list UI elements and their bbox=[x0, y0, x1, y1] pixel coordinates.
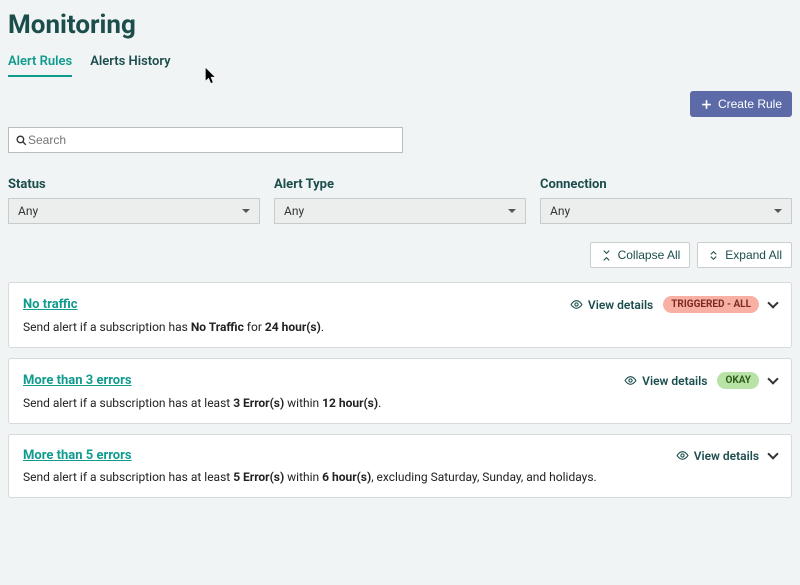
search-container[interactable] bbox=[8, 127, 403, 153]
chevron-down-icon[interactable] bbox=[767, 373, 778, 384]
rule-header: More than 5 errors View details bbox=[23, 448, 777, 463]
create-rule-label: Create Rule bbox=[718, 97, 782, 111]
view-details-link[interactable]: View details bbox=[624, 374, 707, 388]
view-details-link[interactable]: View details bbox=[570, 298, 653, 312]
search-input[interactable] bbox=[28, 133, 396, 147]
chevron-down-icon bbox=[508, 209, 516, 213]
expand-all-label: Expand All bbox=[725, 248, 782, 262]
tab-alerts-history[interactable]: Alerts History bbox=[90, 54, 170, 77]
expand-all-button[interactable]: Expand All bbox=[697, 242, 792, 268]
filter-status: Status Any bbox=[8, 177, 260, 224]
collapse-icon bbox=[600, 249, 613, 262]
tabs-bar: Alert Rules Alerts History bbox=[8, 54, 792, 77]
rule-description: Send alert if a subscription has at leas… bbox=[23, 396, 777, 410]
filter-status-select[interactable]: Any bbox=[8, 198, 260, 224]
rule-desc-bold: 6 hour(s) bbox=[322, 470, 371, 484]
status-badge-okay: OKAY bbox=[717, 372, 759, 389]
rule-title-link[interactable]: More than 3 errors bbox=[23, 373, 132, 388]
rule-desc-text: for bbox=[244, 320, 265, 334]
rule-desc-text: , excluding Saturday, Sunday, and holida… bbox=[371, 470, 597, 484]
filter-conn-label: Connection bbox=[540, 177, 792, 192]
filter-type-label: Alert Type bbox=[274, 177, 526, 192]
rule-header-right: View details bbox=[676, 449, 777, 463]
collapse-all-label: Collapse All bbox=[618, 248, 681, 262]
view-details-label: View details bbox=[642, 374, 707, 388]
view-details-label: View details bbox=[588, 298, 653, 312]
rule-desc-text: Send alert if a subscription has at leas… bbox=[23, 396, 233, 410]
view-details-label: View details bbox=[694, 449, 759, 463]
rule-desc-text: . bbox=[321, 320, 324, 334]
eye-icon bbox=[624, 374, 637, 387]
rule-desc-bold: 24 hour(s) bbox=[265, 320, 321, 334]
eye-icon bbox=[570, 298, 583, 311]
rule-header-right: View details OKAY bbox=[624, 372, 777, 389]
rule-description: Send alert if a subscription has No Traf… bbox=[23, 320, 777, 334]
filter-type-value: Any bbox=[284, 204, 304, 218]
rule-desc-text: Send alert if a subscription has bbox=[23, 320, 191, 334]
expand-collapse-toolbar: Collapse All Expand All bbox=[8, 242, 792, 268]
rule-title-link[interactable]: No traffic bbox=[23, 297, 78, 312]
chevron-down-icon[interactable] bbox=[767, 448, 778, 459]
filter-status-value: Any bbox=[18, 204, 38, 218]
filter-status-label: Status bbox=[8, 177, 260, 192]
expand-icon bbox=[707, 249, 720, 262]
search-icon bbox=[15, 134, 28, 147]
filter-conn-select[interactable]: Any bbox=[540, 198, 792, 224]
rule-desc-bold: 3 Error(s) bbox=[233, 396, 284, 410]
filter-conn-value: Any bbox=[550, 204, 570, 218]
rule-desc-text: within bbox=[284, 470, 322, 484]
rule-desc-text: within bbox=[284, 396, 322, 410]
rule-desc-bold: 5 Error(s) bbox=[233, 470, 284, 484]
rule-card: No traffic View details TRIGGERED - ALL … bbox=[8, 282, 792, 348]
rule-header: More than 3 errors View details OKAY bbox=[23, 372, 777, 389]
tab-alert-rules[interactable]: Alert Rules bbox=[8, 54, 72, 77]
rule-card: More than 3 errors View details OKAY Sen… bbox=[8, 358, 792, 424]
chevron-down-icon[interactable] bbox=[767, 297, 778, 308]
filter-type-select[interactable]: Any bbox=[274, 198, 526, 224]
chevron-down-icon bbox=[242, 209, 250, 213]
status-badge-triggered: TRIGGERED - ALL bbox=[663, 296, 759, 313]
rule-title-link[interactable]: More than 5 errors bbox=[23, 448, 132, 463]
filter-connection: Connection Any bbox=[540, 177, 792, 224]
rule-desc-bold: 12 hour(s) bbox=[322, 396, 378, 410]
rule-card: More than 5 errors View details Send ale… bbox=[8, 434, 792, 498]
create-rule-button[interactable]: Create Rule bbox=[690, 91, 792, 117]
collapse-all-button[interactable]: Collapse All bbox=[590, 242, 691, 268]
rule-header-right: View details TRIGGERED - ALL bbox=[570, 296, 777, 313]
rule-description: Send alert if a subscription has at leas… bbox=[23, 470, 777, 484]
eye-icon bbox=[676, 449, 689, 462]
rule-desc-text: . bbox=[378, 396, 381, 410]
filters-row: Status Any Alert Type Any Connection Any bbox=[8, 177, 792, 224]
rule-desc-bold: No Traffic bbox=[191, 320, 244, 334]
chevron-down-icon bbox=[774, 209, 782, 213]
rule-desc-text: Send alert if a subscription has at leas… bbox=[23, 470, 233, 484]
rule-header: No traffic View details TRIGGERED - ALL bbox=[23, 296, 777, 313]
plus-icon bbox=[700, 98, 713, 111]
top-actions: Create Rule bbox=[8, 91, 792, 117]
view-details-link[interactable]: View details bbox=[676, 449, 759, 463]
page-title: Monitoring bbox=[8, 10, 792, 40]
filter-alert-type: Alert Type Any bbox=[274, 177, 526, 224]
